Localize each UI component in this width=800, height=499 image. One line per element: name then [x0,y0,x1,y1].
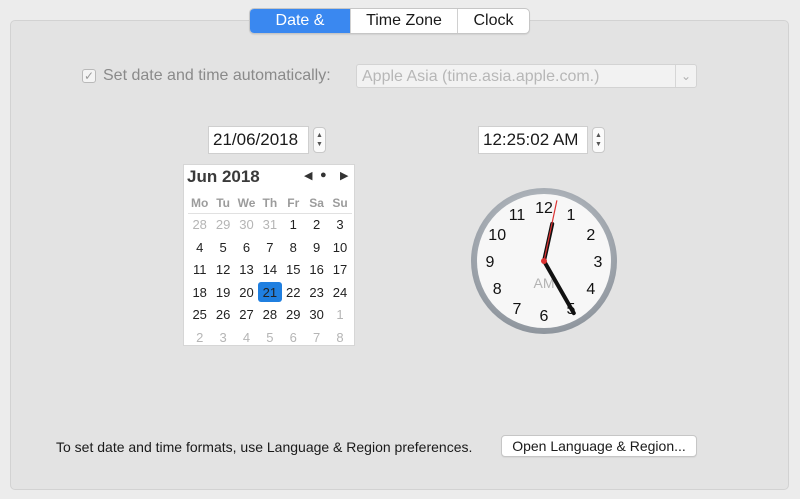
calendar-day[interactable]: 5 [211,237,234,260]
auto-time-label: Set date and time automatically: [103,67,331,84]
calendar-day[interactable]: 19 [211,282,234,305]
clock-number: 8 [493,281,502,298]
calendar-day[interactable]: 20 [235,282,258,305]
clock-number: 7 [513,301,522,318]
calendar-day[interactable]: 29 [211,214,234,237]
calendar-day[interactable]: 29 [282,304,305,327]
next-month-icon[interactable]: ▶ [340,169,348,182]
calendar-week-row: 11 12 13 14 15 16 17 [188,259,352,282]
calendar-day[interactable]: 5 [258,327,281,350]
clock-center [541,258,547,264]
calendar-day[interactable]: 16 [305,259,328,282]
auto-time-checkbox[interactable]: ✓ [82,69,96,83]
stepper-up-icon[interactable]: ▲ [316,131,323,140]
calendar-day[interactable]: 27 [235,304,258,327]
calendar-day[interactable]: 30 [235,214,258,237]
calendar-month-title: Jun 2018 [187,167,260,186]
date-stepper[interactable]: ▲ ▼ [313,127,326,153]
calendar-day[interactable]: 8 [282,237,305,260]
calendar-day[interactable]: 30 [305,304,328,327]
time-server-value: Apple Asia (time.asia.apple.com.) [362,68,600,85]
auto-time-row: ✓ Set date and time automatically: [82,64,331,88]
weekday-label: Th [262,196,278,210]
prev-month-icon[interactable]: ◀ [304,169,312,182]
calendar: Jun 2018 ◀ ● ▶ Mo Tu We Th Fr Sa Su 28 29 30 31 1 2… [183,164,355,346]
calendar-day[interactable]: 13 [235,259,258,282]
weekday-label: Tu [216,196,230,210]
calendar-grid: Mo Tu We Th Fr Sa Su 28 29 30 31 1 2 3 4 5 6 7 8 9 10 11 12 13… [188,195,352,349]
calendar-day[interactable]: 9 [305,237,328,260]
calendar-weekday-header: Mo Tu We Th Fr Sa Su [188,195,352,214]
tab-bar: Date & Time Time Zone Clock [249,8,530,34]
calendar-day-selected[interactable]: 21 [258,281,282,305]
calendar-day[interactable]: 11 [188,259,211,282]
calendar-day[interactable]: 25 [188,304,211,327]
calendar-day[interactable]: 2 [188,327,211,350]
calendar-week-row: 25 26 27 28 29 30 1 [188,304,352,327]
calendar-day[interactable]: 8 [328,327,351,350]
calendar-day[interactable]: 1 [328,304,351,327]
calendar-day[interactable]: 28 [188,214,211,237]
calendar-day[interactable]: 12 [211,259,234,282]
formats-hint-text: To set date and time formats, use Langua… [56,439,473,455]
calendar-day[interactable]: 28 [258,304,281,327]
selected-day-highlight: 21 [258,281,282,302]
weekday-label: Sa [309,196,324,210]
clock-number: 9 [486,254,495,271]
today-icon[interactable]: ● [320,169,327,181]
stepper-down-icon[interactable]: ▼ [595,140,602,149]
time-stepper[interactable]: ▲ ▼ [592,127,605,153]
calendar-day[interactable]: 6 [235,237,258,260]
clock-number: 2 [586,227,595,244]
tab-clock[interactable]: Clock [457,9,529,33]
calendar-day[interactable]: 7 [258,237,281,260]
calendar-day[interactable]: 14 [258,259,281,282]
weekday-label: Fr [287,196,300,210]
date-time-panel [10,20,789,490]
weekday-label: Mo [191,196,209,210]
weekday-label: Su [332,196,348,210]
time-server-dropdown[interactable]: Apple Asia (time.asia.apple.com.) ⌄ [356,64,697,88]
stepper-down-icon[interactable]: ▼ [316,140,323,149]
calendar-day[interactable]: 6 [282,327,305,350]
calendar-day[interactable]: 7 [305,327,328,350]
calendar-week-row: 4 5 6 7 8 9 10 [188,237,352,260]
date-field[interactable]: 21/06/2018 [208,126,309,154]
calendar-day[interactable]: 22 [282,282,305,305]
calendar-week-row: 28 29 30 31 1 2 3 [188,214,352,237]
clock-number: 1 [567,207,576,224]
clock-number: 12 [535,200,553,217]
clock-number: 10 [488,227,506,244]
clock-number: 6 [540,308,549,325]
chevron-down-icon: ⌄ [675,65,696,87]
calendar-day[interactable]: 26 [211,304,234,327]
calendar-day[interactable]: 23 [305,282,328,305]
calendar-day[interactable]: 17 [328,259,351,282]
calendar-week-row: 2345678 [188,327,352,350]
calendar-day[interactable]: 2 [305,214,328,237]
weekday-label: We [237,196,256,210]
analog-clock: 121234567891011 AM [471,188,617,334]
calendar-day[interactable]: 18 [188,282,211,305]
calendar-day[interactable]: 10 [328,237,351,260]
calendar-day[interactable]: 15 [282,259,305,282]
calendar-day[interactable]: 3 [328,214,351,237]
calendar-week-row: 18 19 20 21 22 23 24 [188,281,352,305]
calendar-day[interactable]: 3 [211,327,234,350]
calendar-day[interactable]: 4 [188,237,211,260]
calendar-day[interactable]: 24 [328,282,351,305]
stepper-up-icon[interactable]: ▲ [595,131,602,140]
calendar-day[interactable]: 31 [258,214,281,237]
calendar-day[interactable]: 1 [282,214,305,237]
tab-date-time[interactable]: Date & Time [250,9,350,33]
open-language-region-button[interactable]: Open Language & Region... [501,435,697,457]
clock-number: 4 [586,281,595,298]
time-field[interactable]: 12:25:02 AM [478,126,588,154]
tab-time-zone[interactable]: Time Zone [350,9,457,33]
clock-number: 11 [509,207,526,224]
calendar-day[interactable]: 4 [235,327,258,350]
clock-number: 3 [594,254,603,271]
